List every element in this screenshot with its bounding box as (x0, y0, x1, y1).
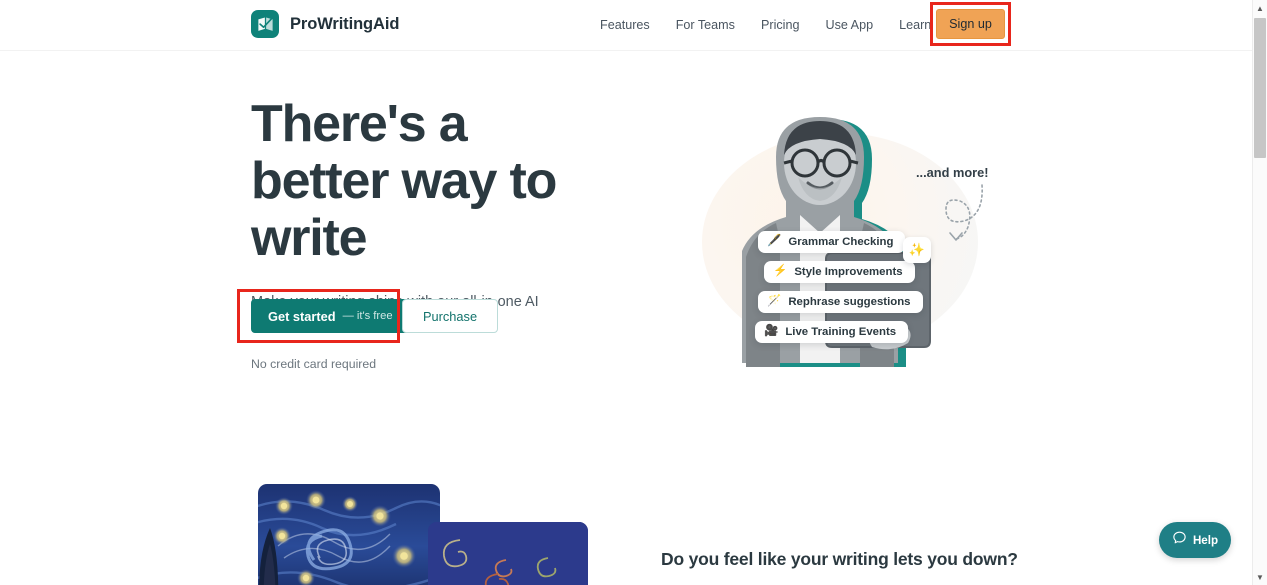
signup-button[interactable]: Sign up (936, 9, 1005, 39)
section-question-heading: Do you feel like your writing lets you d… (661, 549, 1018, 569)
feature-pill-label: Style Improvements (794, 266, 903, 278)
get-started-sublabel: — it's free (342, 310, 393, 322)
dotted-curved-arrow-icon (945, 184, 983, 241)
pen-icon: 🖋️ (767, 235, 782, 248)
scroll-down-arrow-icon[interactable]: ▼ (1253, 569, 1267, 585)
get-started-button[interactable]: Get started — it's free (251, 299, 410, 333)
brand-name: ProWritingAid (290, 14, 400, 33)
feature-pill-label: Live Training Events (785, 326, 897, 338)
feature-pill-label: Rephrase suggestions (788, 296, 911, 308)
site-header: ProWritingAid Features For Teams Pricing… (0, 0, 1252, 51)
vertical-scrollbar[interactable]: ▲ ▼ (1252, 0, 1267, 585)
nav-use-app[interactable]: Use App (812, 15, 886, 35)
and-more-annotation: ...and more! (916, 165, 989, 180)
person-with-laptop-illustration: 🖋️ Grammar Checking ⚡ Style Improvements… (722, 111, 932, 367)
page-root: ProWritingAid Features For Teams Pricing… (0, 0, 1252, 585)
nav-pricing[interactable]: Pricing (748, 15, 813, 35)
nav-features[interactable]: Features (600, 15, 663, 35)
speech-bubble-icon (1172, 530, 1187, 550)
hero-illustration: 🖋️ Grammar Checking ⚡ Style Improvements… (650, 105, 1020, 370)
brand-logo-link[interactable]: ProWritingAid (251, 10, 399, 38)
scroll-up-arrow-icon[interactable]: ▲ (1253, 0, 1267, 16)
feature-pill-label: Grammar Checking (788, 236, 894, 248)
hero-cta-row: Get started — it's free Purchase (237, 289, 499, 343)
help-widget-label: Help (1192, 533, 1219, 547)
feature-pill-rephrase: 🪄 Rephrase suggestions (758, 291, 923, 313)
nav-for-teams[interactable]: For Teams (663, 15, 748, 35)
book-check-logo-icon (251, 10, 279, 38)
get-started-label: Get started (268, 308, 336, 324)
movie-camera-icon: 🎥 (764, 325, 779, 338)
scrollbar-thumb[interactable] (1254, 18, 1266, 158)
magic-wand-icon: 🪄 (767, 295, 782, 308)
feature-pill-style: ⚡ Style Improvements (764, 261, 915, 283)
purchase-button[interactable]: Purchase (402, 299, 499, 333)
no-credit-card-note: No credit card required (251, 357, 377, 371)
feature-pill-grammar: 🖋️ Grammar Checking (758, 231, 906, 253)
starry-night-image (258, 484, 440, 585)
lightning-icon: ⚡ (773, 265, 788, 278)
blue-swirl-card (428, 522, 588, 585)
help-widget-button[interactable]: Help (1159, 522, 1231, 558)
page-title: There's a better way to write (251, 95, 557, 267)
feature-pill-training: 🎥 Live Training Events (755, 321, 909, 343)
signup-button-annotated: Sign up (930, 2, 1011, 46)
